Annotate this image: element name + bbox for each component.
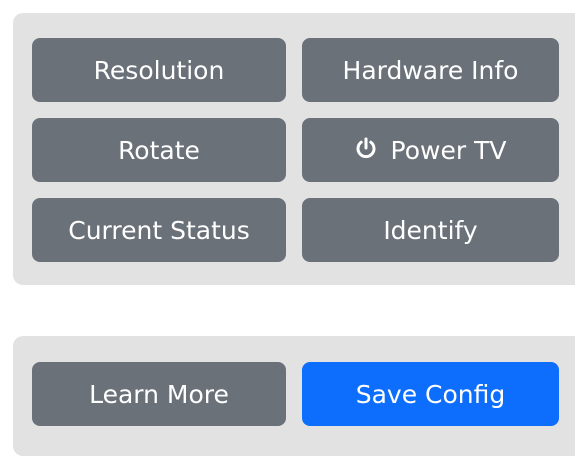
learn-more-button[interactable]: Learn More — [32, 362, 286, 426]
save-config-button-label: Save Config — [355, 380, 506, 409]
resolution-button-label: Resolution — [93, 56, 225, 85]
identify-button-label: Identify — [383, 216, 478, 245]
current-status-button-label: Current Status — [68, 216, 250, 245]
hardware-info-button[interactable]: Hardware Info — [302, 38, 559, 102]
save-config-button[interactable]: Save Config — [302, 362, 559, 426]
power-icon — [355, 137, 377, 159]
learn-more-button-label: Learn More — [89, 380, 229, 409]
power-tv-button[interactable]: Power TV — [302, 118, 559, 182]
hardware-info-button-label: Hardware Info — [342, 56, 519, 85]
power-tv-button-label: Power TV — [390, 136, 507, 165]
rotate-button[interactable]: Rotate — [32, 118, 286, 182]
current-status-button[interactable]: Current Status — [32, 198, 286, 262]
identify-button[interactable]: Identify — [302, 198, 559, 262]
resolution-button[interactable]: Resolution — [32, 38, 286, 102]
rotate-button-label: Rotate — [118, 136, 200, 165]
